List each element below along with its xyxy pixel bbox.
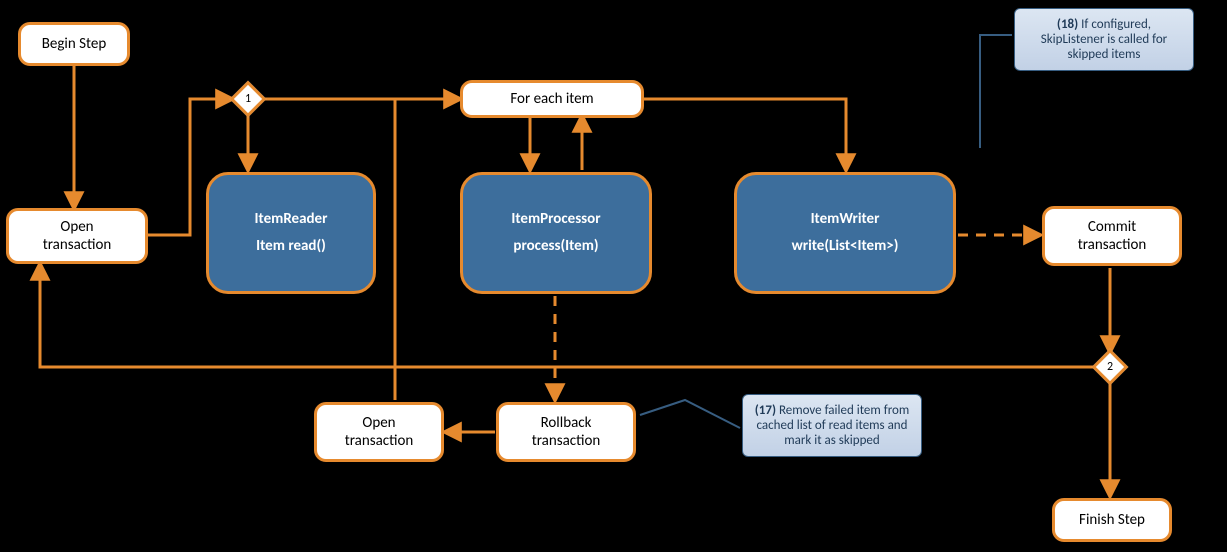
begin-step-label: Begin Step	[42, 35, 107, 53]
note-18-num: (18)	[1057, 17, 1078, 32]
for-each-item-label: For each item	[510, 90, 593, 108]
note-17-text: Remove failed item from cached list of r…	[757, 403, 910, 448]
item-processor-title: ItemProcessor	[511, 206, 600, 233]
decision-1: 1	[230, 81, 267, 118]
decision-1-label: 1	[238, 89, 258, 109]
item-reader-method: Item read()	[256, 233, 326, 260]
rollback-transaction-node: Rollback transaction	[496, 402, 636, 462]
note-18: (18) If configured, SkipListener is call…	[1014, 8, 1194, 71]
note-17-num: (17)	[755, 403, 776, 418]
item-processor-method: process(Item)	[513, 233, 598, 260]
open-transaction2-node: Open transaction	[314, 402, 444, 462]
item-reader-node: ItemReader Item read()	[206, 172, 376, 294]
open-transaction2-label: Open transaction	[345, 414, 414, 450]
item-writer-method: write(List<Item>)	[792, 233, 899, 260]
finish-step-node: Finish Step	[1052, 498, 1172, 542]
for-each-item-node: For each item	[460, 80, 644, 118]
begin-step-node: Begin Step	[18, 22, 130, 66]
commit-transaction-node: Commit transaction	[1042, 206, 1182, 266]
note-17: (17) Remove failed item from cached list…	[742, 394, 922, 457]
item-writer-title: ItemWriter	[811, 206, 880, 233]
decision-2: 2	[1092, 349, 1129, 386]
item-processor-node: ItemProcessor process(Item)	[460, 172, 652, 294]
finish-step-label: Finish Step	[1079, 511, 1145, 529]
open-transaction-label: Open transaction	[43, 218, 112, 254]
rollback-transaction-label: Rollback transaction	[532, 414, 601, 450]
item-writer-node: ItemWriter write(List<Item>)	[734, 172, 956, 294]
item-reader-title: ItemReader	[255, 206, 328, 233]
open-transaction-node: Open transaction	[6, 208, 148, 264]
decision-2-label: 2	[1100, 357, 1120, 377]
commit-transaction-label: Commit transaction	[1078, 218, 1147, 254]
